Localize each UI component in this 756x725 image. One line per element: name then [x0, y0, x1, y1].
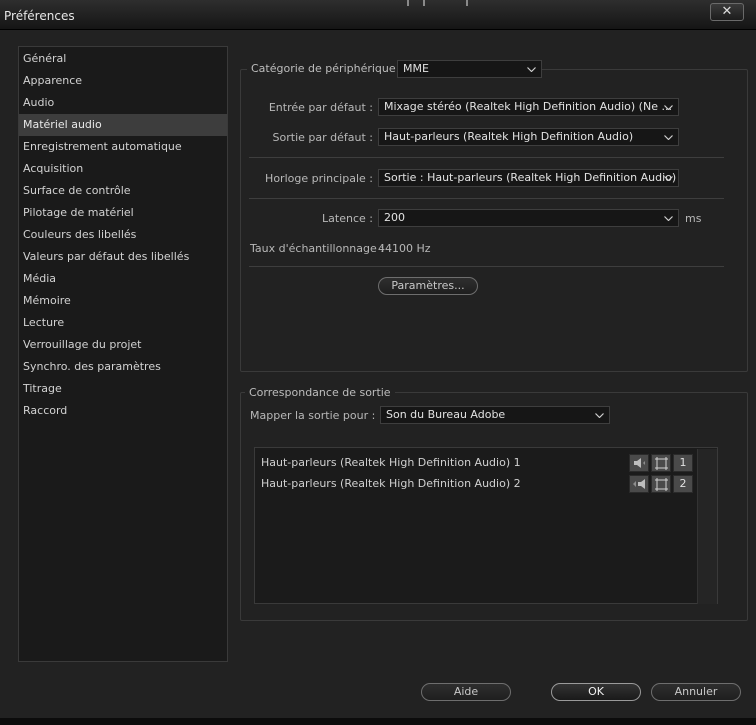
- latency-label: Latence :: [322, 212, 373, 225]
- sidebar-item[interactable]: Couleurs des libellés: [19, 224, 227, 246]
- sidebar-item[interactable]: Lecture: [19, 312, 227, 334]
- close-icon: ✕: [721, 4, 733, 19]
- sidebar-item[interactable]: Titrage: [19, 378, 227, 400]
- map-output-label: Mapper la sortie pour :: [250, 409, 376, 422]
- input-value: Mixage stéréo (Realtek High Definition A…: [384, 100, 672, 113]
- chevron-down-icon: [664, 129, 674, 145]
- separator: [249, 266, 724, 267]
- window-title: Préférences: [4, 9, 75, 23]
- input-label: Entrée par défaut :: [268, 101, 373, 114]
- output-channel-list: Haut-parleurs (Realtek High Definition A…: [254, 447, 718, 604]
- sidebar-item[interactable]: Matériel audio: [19, 114, 227, 136]
- sidebar-item[interactable]: Valeurs par défaut des libellés: [19, 246, 227, 268]
- map-output-value: Son du Bureau Adobe: [386, 408, 506, 421]
- help-button[interactable]: Aide: [421, 683, 511, 701]
- sidebar-item[interactable]: Mémoire: [19, 290, 227, 312]
- sidebar-item[interactable]: Enregistrement automatique: [19, 136, 227, 158]
- ok-button[interactable]: OK: [551, 683, 641, 701]
- latency-dropdown[interactable]: 200: [378, 209, 679, 227]
- title-bar: Préférences ✕: [0, 0, 756, 30]
- sample-rate-value: 44100 Hz: [378, 242, 431, 255]
- sidebar-item[interactable]: Synchro. des paramètres: [19, 356, 227, 378]
- clock-dropdown[interactable]: Sortie : Haut-parleurs (Realtek High Def…: [378, 169, 679, 187]
- title-bar-mark: [423, 0, 425, 6]
- channel-label: Haut-parleurs (Realtek High Definition A…: [261, 477, 521, 490]
- channel-number: 1: [673, 454, 693, 472]
- sidebar-item[interactable]: Média: [19, 268, 227, 290]
- sidebar-item[interactable]: Audio: [19, 92, 227, 114]
- channel-frame-icon[interactable]: [651, 475, 671, 493]
- category-value: MME: [403, 62, 429, 75]
- title-bar-mark: [407, 0, 409, 6]
- close-button[interactable]: ✕: [710, 3, 744, 21]
- sidebar-list: Général Apparence Audio Matériel audio Enreg…: [19, 47, 227, 422]
- clock-value: Sortie : Haut-parleurs (Realtek High Def…: [384, 171, 677, 184]
- sidebar-item[interactable]: Pilotage de matériel: [19, 202, 227, 224]
- chevron-down-icon: [595, 407, 605, 423]
- chevron-down-icon: [527, 61, 537, 77]
- scrollbar[interactable]: [697, 449, 717, 604]
- latency-unit: ms: [685, 212, 702, 225]
- cancel-button[interactable]: Annuler: [651, 683, 741, 701]
- sidebar-item[interactable]: Verrouillage du projet: [19, 334, 227, 356]
- input-dropdown[interactable]: Mixage stéréo (Realtek High Definition A…: [378, 98, 679, 116]
- separator: [249, 198, 724, 199]
- output-label: Sortie par défaut :: [272, 131, 373, 144]
- list-item[interactable]: Haut-parleurs (Realtek High Definition A…: [255, 453, 717, 473]
- sidebar-item[interactable]: Raccord: [19, 400, 227, 422]
- sidebar-item[interactable]: Général: [19, 48, 227, 70]
- channel-number: 2: [673, 475, 693, 493]
- channel-label: Haut-parleurs (Realtek High Definition A…: [261, 456, 521, 469]
- clock-label: Horloge principale :: [265, 172, 373, 185]
- speaker-right-icon[interactable]: [629, 475, 649, 493]
- chevron-down-icon: [664, 170, 674, 186]
- latency-value: 200: [384, 211, 405, 224]
- category-label: Catégorie de périphérique :: [247, 62, 407, 75]
- chevron-down-icon: [664, 210, 674, 226]
- output-value: Haut-parleurs (Realtek High Definition A…: [384, 130, 634, 143]
- sidebar-item[interactable]: Apparence: [19, 70, 227, 92]
- settings-button[interactable]: Paramètres...: [378, 277, 478, 295]
- channel-frame-icon[interactable]: [651, 454, 671, 472]
- sidebar-item[interactable]: Acquisition: [19, 158, 227, 180]
- title-bar-mark: [466, 0, 468, 6]
- preferences-sidebar: Général Apparence Audio Matériel audio Enreg…: [18, 46, 228, 662]
- output-dropdown[interactable]: Haut-parleurs (Realtek High Definition A…: [378, 128, 679, 146]
- list-item[interactable]: Haut-parleurs (Realtek High Definition A…: [255, 474, 717, 494]
- output-mapping-legend: Correspondance de sortie: [245, 386, 395, 399]
- chevron-down-icon: [664, 99, 674, 115]
- bottom-edge: [0, 718, 756, 725]
- sidebar-item[interactable]: Surface de contrôle: [19, 180, 227, 202]
- speaker-left-icon[interactable]: [629, 454, 649, 472]
- category-dropdown[interactable]: MME: [397, 60, 542, 78]
- separator: [249, 157, 724, 158]
- sample-rate-label: Taux d'échantillonnage :: [250, 242, 384, 255]
- map-output-dropdown[interactable]: Son du Bureau Adobe: [380, 406, 610, 424]
